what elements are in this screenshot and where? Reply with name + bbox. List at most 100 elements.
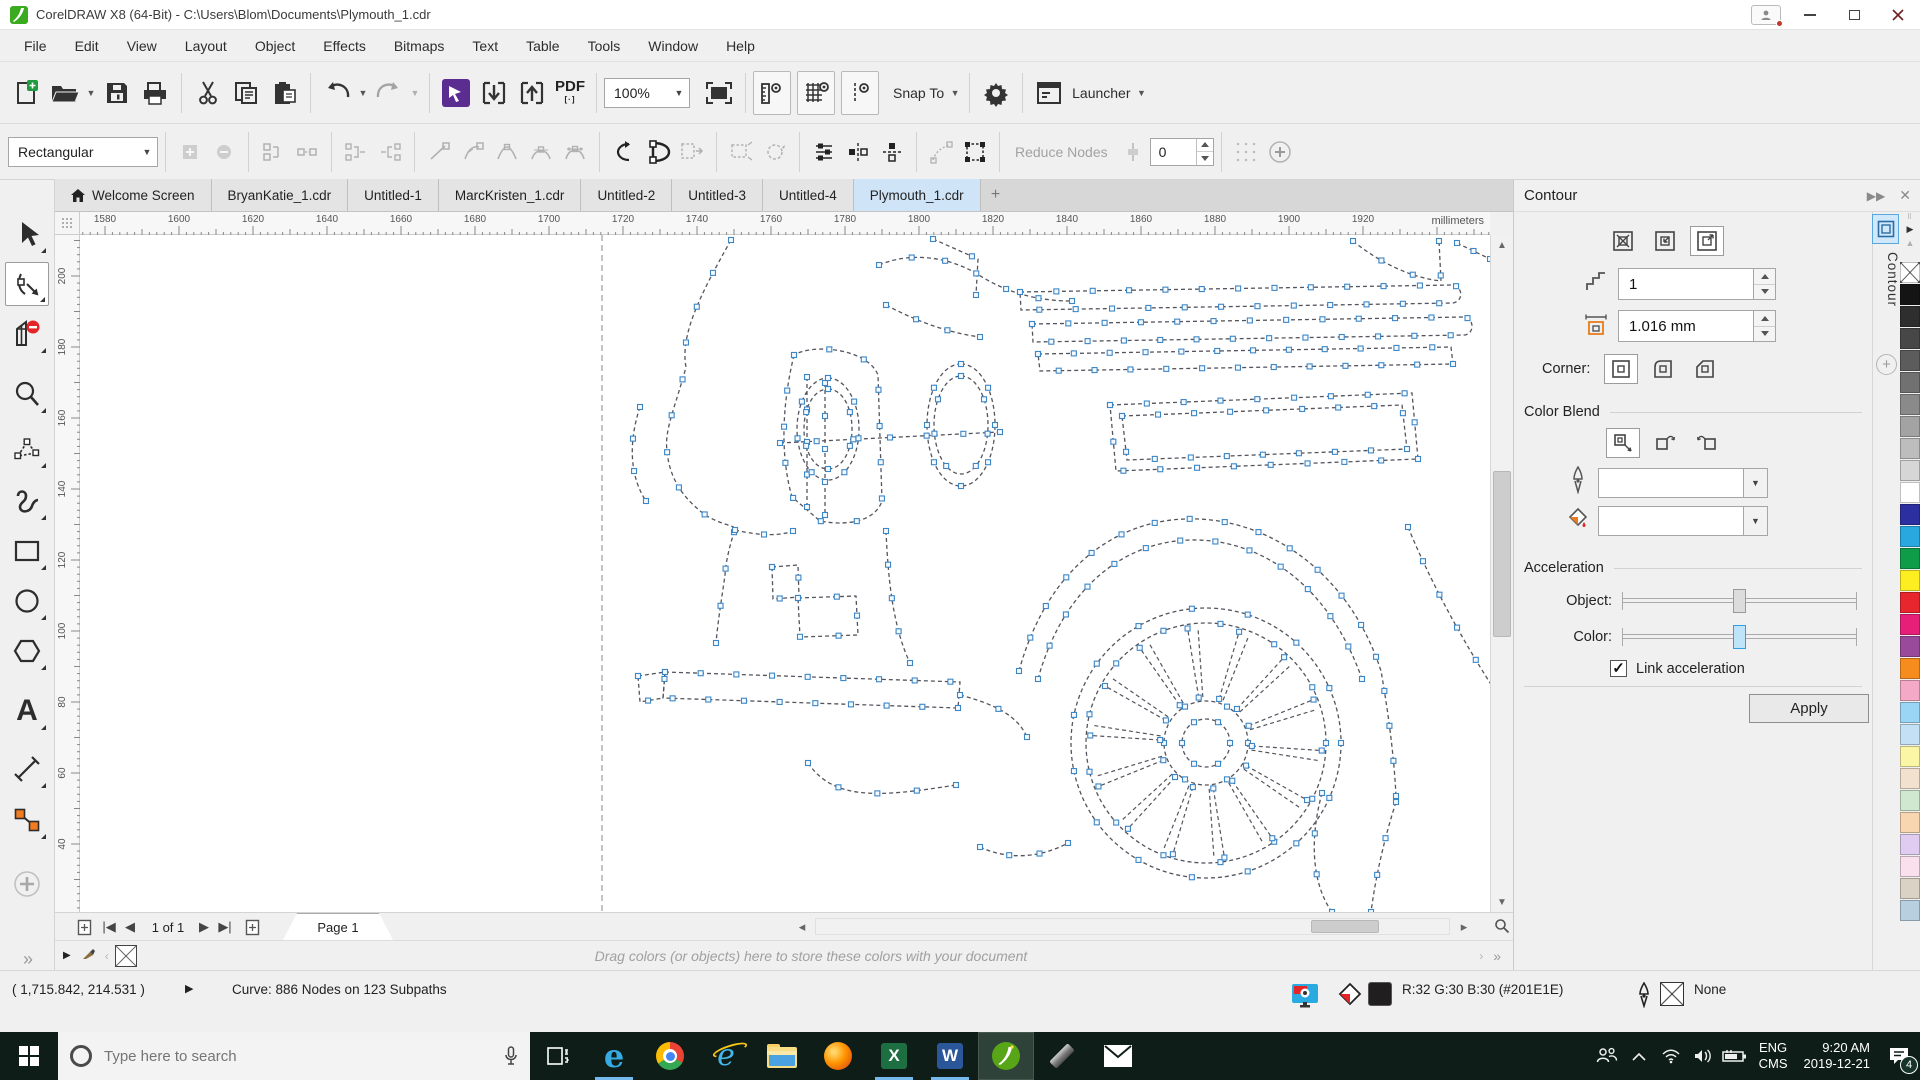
battery-icon[interactable]: [1719, 1032, 1751, 1080]
document-tab-welcome-screen[interactable]: Welcome Screen: [55, 179, 212, 211]
undo-dropdown[interactable]: ▼: [356, 71, 370, 115]
canvas-zoom-button[interactable]: [1490, 912, 1513, 940]
palette-swatch-b8cfe0[interactable]: [1900, 900, 1920, 921]
palette-swatch-cfe8cf[interactable]: [1900, 790, 1920, 811]
task-view-button[interactable]: [530, 1032, 586, 1080]
palette-swatch-bdbdbd[interactable]: [1900, 438, 1920, 459]
contour-docker-tab-label[interactable]: Contour: [1873, 252, 1900, 307]
menu-item-tools[interactable]: Tools: [574, 30, 635, 62]
palette-swatch-e81f78[interactable]: [1900, 614, 1920, 635]
docker-close-icon[interactable]: ✕: [1899, 187, 1911, 204]
scroll-up-button[interactable]: ▲: [1491, 235, 1513, 255]
language-indicator[interactable]: ENG CMS: [1751, 1040, 1796, 1072]
redo-dropdown[interactable]: ▼: [408, 71, 422, 115]
contour-steps-field[interactable]: 1: [1618, 268, 1754, 300]
engraver-tool-taskbar-icon[interactable]: [1034, 1032, 1090, 1080]
fill-color-icon[interactable]: [1338, 982, 1362, 1006]
reflect-nodes-horizontal-button[interactable]: [841, 134, 875, 170]
shape-tool[interactable]: [5, 262, 49, 306]
vertical-scroll-thumb[interactable]: [1493, 471, 1511, 637]
doc-palette-no-color-swatch[interactable]: [115, 945, 137, 967]
hscroll-right-button[interactable]: ▸: [1455, 915, 1473, 939]
edge-taskbar-icon[interactable]: e: [586, 1032, 642, 1080]
export-button[interactable]: [513, 71, 551, 115]
select-all-nodes-button[interactable]: [958, 134, 992, 170]
print-button[interactable]: [136, 71, 174, 115]
connector-tool[interactable]: [5, 798, 49, 842]
color-acceleration-handle[interactable]: [1733, 625, 1746, 649]
maximize-button[interactable]: [1832, 0, 1876, 29]
add-page-start-button[interactable]: [73, 915, 95, 939]
elastic-mode-button[interactable]: [924, 134, 958, 170]
palette-swatch-9a4a9b[interactable]: [1900, 636, 1920, 657]
palette-swatch-f7d6b0[interactable]: [1900, 812, 1920, 833]
internet-explorer-taskbar-icon[interactable]: e: [698, 1032, 754, 1080]
palette-flyout-icon[interactable]: ▶: [1899, 222, 1920, 236]
contour-offset-spinner[interactable]: [1754, 310, 1776, 342]
options-gear-button[interactable]: [977, 71, 1015, 115]
document-tab-untitled-2[interactable]: Untitled-2: [581, 179, 672, 211]
cut-button[interactable]: [189, 71, 227, 115]
chrome-taskbar-icon[interactable]: [642, 1032, 698, 1080]
palette-scroll-up[interactable]: ▲: [1899, 236, 1920, 250]
doc-palette-eyedropper-icon[interactable]: [81, 945, 97, 966]
reverse-direction-button[interactable]: [607, 134, 641, 170]
palette-swatch-ffffff[interactable]: [1900, 482, 1920, 503]
minimize-button[interactable]: [1788, 0, 1832, 29]
add-tools-button[interactable]: [1263, 134, 1297, 170]
palette-swatch-9bd5f5[interactable]: [1900, 702, 1920, 723]
search-content-button[interactable]: [437, 71, 475, 115]
new-tab-button[interactable]: +: [981, 179, 1011, 211]
launcher-label[interactable]: Launcher: [1072, 85, 1130, 101]
publish-pdf-button[interactable]: PDF[·]: [551, 71, 589, 115]
wifi-icon[interactable]: [1655, 1032, 1687, 1080]
account-button[interactable]: [1744, 0, 1788, 29]
hscroll-left-button[interactable]: ◂: [793, 915, 811, 939]
launcher-icon[interactable]: [1030, 71, 1068, 115]
convert-to-curve-button[interactable]: [456, 134, 490, 170]
show-rulers-toggle[interactable]: [753, 71, 791, 115]
import-button[interactable]: [475, 71, 513, 115]
palette-swatch-8a8a8a[interactable]: [1900, 394, 1920, 415]
smooth-node-button[interactable]: [524, 134, 558, 170]
zoom-level-combo[interactable]: 100% ▼: [604, 78, 690, 108]
horizontal-ruler[interactable]: 1580160016201640166016801700172017401760…: [80, 212, 1490, 235]
next-page-button[interactable]: ▶: [195, 915, 213, 939]
doc-palette-overflow[interactable]: »: [1493, 948, 1501, 964]
apply-button[interactable]: Apply: [1749, 694, 1869, 723]
document-tab-bryankatie-1-cdr[interactable]: BryanKatie_1.cdr: [212, 179, 349, 211]
outline-pen-icon[interactable]: [1636, 982, 1652, 1008]
document-tab-untitled-1[interactable]: Untitled-1: [348, 179, 439, 211]
contour-offset-field[interactable]: 1.016 mm: [1618, 310, 1754, 342]
outside-contour-button[interactable]: [1690, 226, 1724, 256]
file-explorer-taskbar-icon[interactable]: [754, 1032, 810, 1080]
palette-swatch-2e2e2e[interactable]: [1900, 306, 1920, 327]
redo-button[interactable]: [370, 71, 408, 115]
drawing-canvas[interactable]: [80, 235, 1490, 912]
doc-palette-scroll-left[interactable]: ‹: [105, 949, 109, 963]
palette-swatch-f68b1e[interactable]: [1900, 658, 1920, 679]
mail-taskbar-icon[interactable]: [1090, 1032, 1146, 1080]
menu-item-layout[interactable]: Layout: [171, 30, 241, 62]
volume-icon[interactable]: [1687, 1032, 1719, 1080]
reduce-nodes-label[interactable]: Reduce Nodes: [1015, 144, 1108, 160]
document-tab-untitled-4[interactable]: Untitled-4: [763, 179, 854, 211]
delete-node-button[interactable]: [207, 134, 241, 170]
show-grid-toggle[interactable]: [797, 71, 835, 115]
menu-item-file[interactable]: File: [10, 30, 61, 62]
menu-item-help[interactable]: Help: [712, 30, 769, 62]
align-nodes-button[interactable]: [807, 134, 841, 170]
menu-item-view[interactable]: View: [113, 30, 171, 62]
palette-swatch-141414[interactable]: [1900, 284, 1920, 305]
artistic-media-tool[interactable]: [5, 479, 49, 523]
add-page-end-button[interactable]: [241, 915, 263, 939]
paste-button[interactable]: [265, 71, 303, 115]
convert-to-line-button[interactable]: [422, 134, 456, 170]
cusp-node-button[interactable]: [490, 134, 524, 170]
people-icon[interactable]: [1591, 1032, 1623, 1080]
polygon-tool[interactable]: [5, 629, 49, 673]
start-button[interactable]: [0, 1032, 58, 1080]
open-button[interactable]: [46, 71, 84, 115]
page-tab[interactable]: Page 1: [283, 913, 393, 940]
launcher-dropdown[interactable]: ▼: [1135, 71, 1149, 115]
